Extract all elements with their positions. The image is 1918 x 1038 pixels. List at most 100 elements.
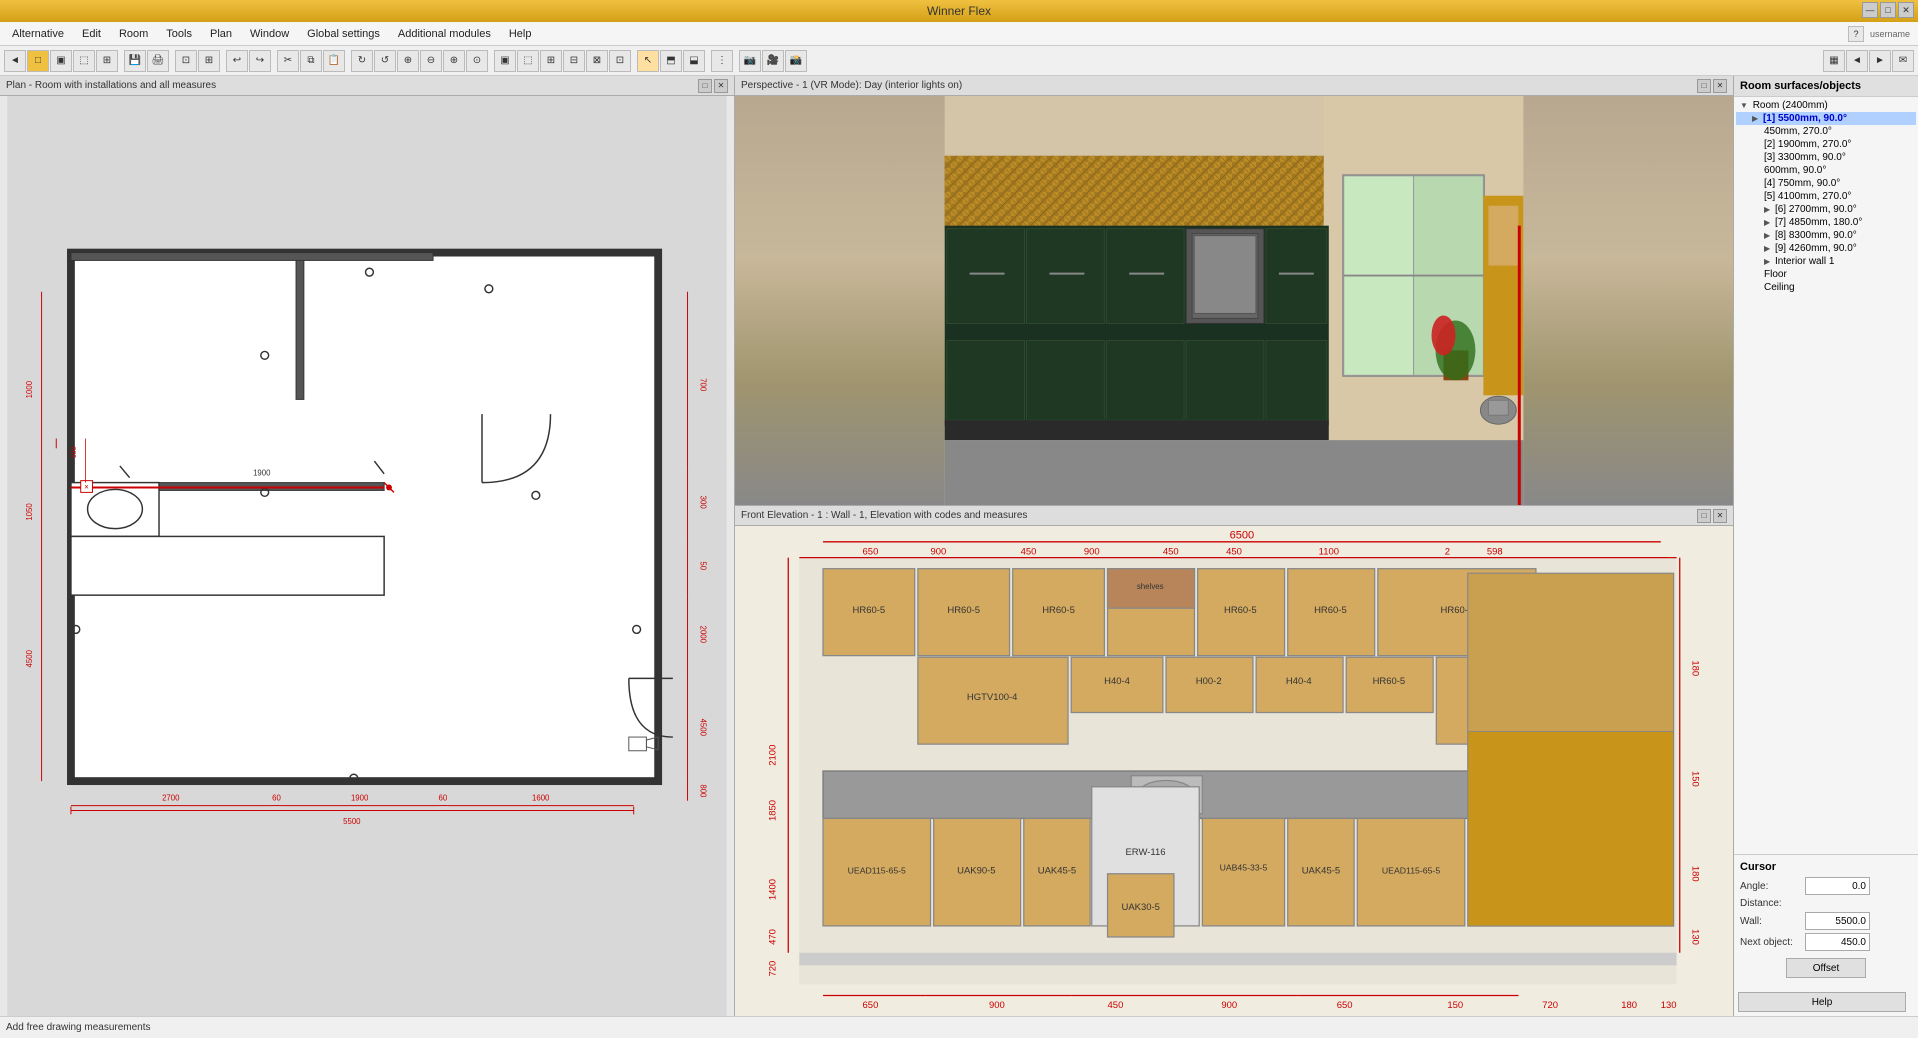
- floor-plan-maximize[interactable]: □: [698, 79, 712, 93]
- toolbar-box2[interactable]: ▣: [50, 50, 72, 72]
- 3d-scene[interactable]: [735, 96, 1733, 505]
- toolbar-print[interactable]: 🖨: [147, 50, 169, 72]
- menu-alternative[interactable]: Alternative: [4, 26, 72, 42]
- tree-expand-7: ▶: [1764, 218, 1770, 227]
- tree-item-wall3[interactable]: [3] 3300mm, 90.0°: [1736, 151, 1916, 164]
- toolbar-box1[interactable]: □: [27, 50, 49, 72]
- perspective-controls[interactable]: □ ✕: [1697, 79, 1727, 93]
- toolbar-zoom1[interactable]: ⊕: [397, 50, 419, 72]
- svg-text:1400: 1400: [768, 879, 779, 900]
- toolbar-select1[interactable]: ⬒: [660, 50, 682, 72]
- toolbar-view1[interactable]: ▣: [494, 50, 516, 72]
- toolbar-cam2[interactable]: 🎥: [762, 50, 784, 72]
- tree-item-wall8[interactable]: ▶ [8] 8300mm, 90.0°: [1736, 229, 1916, 242]
- toolbar-snap[interactable]: ⋮: [711, 50, 733, 72]
- toolbar-zoom2[interactable]: ⊖: [420, 50, 442, 72]
- toolbar-box4[interactable]: ⊞: [96, 50, 118, 72]
- status-text: Add free drawing measurements: [6, 1022, 151, 1033]
- menu-additional-modules[interactable]: Additional modules: [390, 26, 499, 42]
- tree-item-room[interactable]: ▼ Room (2400mm): [1736, 99, 1916, 112]
- wall-input[interactable]: [1805, 912, 1870, 930]
- svg-text:650: 650: [863, 546, 879, 557]
- toolbar-right4[interactable]: ✉: [1892, 50, 1914, 72]
- tree-item-ceiling[interactable]: Ceiling: [1736, 281, 1916, 294]
- tree-item-wall1-sub1[interactable]: 450mm, 270.0°: [1736, 125, 1916, 138]
- perspective-maximize[interactable]: □: [1697, 79, 1711, 93]
- menu-global-settings[interactable]: Global settings: [299, 26, 388, 42]
- menu-help[interactable]: Help: [501, 26, 540, 42]
- tree-item-wall6[interactable]: ▶ [6] 2700mm, 90.0°: [1736, 203, 1916, 216]
- menu-edit[interactable]: Edit: [74, 26, 109, 42]
- toolbar-rotate2[interactable]: ↺: [374, 50, 396, 72]
- toolbar-copy[interactable]: ⧉: [300, 50, 322, 72]
- elevation-maximize[interactable]: □: [1697, 509, 1711, 523]
- tree-view: ▼ Room (2400mm) ▶ [1] 5500mm, 90.0° 450m…: [1734, 97, 1918, 854]
- toolbar-cut[interactable]: ✂: [277, 50, 299, 72]
- svg-text:470: 470: [768, 929, 779, 945]
- help-button[interactable]: Help: [1738, 992, 1906, 1012]
- tree-item-wall7[interactable]: ▶ [7] 4850mm, 180.0°: [1736, 216, 1916, 229]
- floor-plan-canvas[interactable]: 5500 2700 60 1900 60 1600 700 300: [0, 96, 734, 1016]
- floor-plan-controls[interactable]: □ ✕: [698, 79, 728, 93]
- toolbar-cam3[interactable]: 📸: [785, 50, 807, 72]
- next-object-input[interactable]: [1805, 933, 1870, 951]
- toolbar-cam1[interactable]: 📷: [739, 50, 761, 72]
- svg-text:2700: 2700: [162, 794, 180, 803]
- svg-text:shelves: shelves: [1137, 582, 1164, 591]
- offset-button[interactable]: Offset: [1786, 958, 1866, 978]
- toolbar-redo-alt[interactable]: ↪: [249, 50, 271, 72]
- tree-item-wall5[interactable]: [5] 4100mm, 270.0°: [1736, 190, 1916, 203]
- menu-room[interactable]: Room: [111, 26, 156, 42]
- menu-window[interactable]: Window: [242, 26, 297, 42]
- angle-input[interactable]: [1805, 877, 1870, 895]
- toolbar-rotate1[interactable]: ↻: [351, 50, 373, 72]
- toolbar-save[interactable]: 💾: [124, 50, 146, 72]
- close-btn[interactable]: ✕: [1898, 2, 1914, 18]
- toolbar-view2[interactable]: ⬚: [517, 50, 539, 72]
- perspective-close[interactable]: ✕: [1713, 79, 1727, 93]
- tree-item-wall3-sub[interactable]: 600mm, 90.0°: [1736, 164, 1916, 177]
- elevation-controls[interactable]: □ ✕: [1697, 509, 1727, 523]
- tree-item-wall4[interactable]: [4] 750mm, 90.0°: [1736, 177, 1916, 190]
- toolbar-view5[interactable]: ⊠: [586, 50, 608, 72]
- tree-item-wall9[interactable]: ▶ [9] 4260mm, 90.0°: [1736, 242, 1916, 255]
- minimize-btn[interactable]: —: [1862, 2, 1878, 18]
- tree-item-floor[interactable]: Floor: [1736, 268, 1916, 281]
- elevation-close[interactable]: ✕: [1713, 509, 1727, 523]
- tree-item-wall1[interactable]: ▶ [1] 5500mm, 90.0°: [1736, 112, 1916, 125]
- toolbar-box5[interactable]: ⊡: [175, 50, 197, 72]
- toolbar-paste[interactable]: 📋: [323, 50, 345, 72]
- maximize-btn[interactable]: □: [1880, 2, 1896, 18]
- floor-plan-close[interactable]: ✕: [714, 79, 728, 93]
- help-icon[interactable]: ?: [1848, 26, 1864, 42]
- menu-tools[interactable]: Tools: [158, 26, 200, 42]
- toolbar-box6[interactable]: ⊞: [198, 50, 220, 72]
- main-area: Plan - Room with installations and all m…: [0, 76, 1918, 1016]
- svg-text:ERW-116: ERW-116: [1125, 847, 1165, 858]
- toolbar-cursor[interactable]: ↖: [637, 50, 659, 72]
- svg-text:130: 130: [1661, 1000, 1677, 1011]
- toolbar-undo[interactable]: ↩: [226, 50, 248, 72]
- toolbar-box3[interactable]: ⬚: [73, 50, 95, 72]
- svg-text:450: 450: [1021, 546, 1037, 557]
- svg-text:130: 130: [1689, 929, 1700, 945]
- toolbar-view4[interactable]: ⊟: [563, 50, 585, 72]
- toolbar-view3[interactable]: ⊞: [540, 50, 562, 72]
- toolbar-right3[interactable]: ►: [1869, 50, 1891, 72]
- svg-text:H40-4: H40-4: [1104, 676, 1130, 687]
- toolbar-view6[interactable]: ⊡: [609, 50, 631, 72]
- 3d-scene-svg: [735, 96, 1733, 505]
- toolbar-back[interactable]: ◄: [4, 50, 26, 72]
- tree-item-wall2[interactable]: [2] 1900mm, 270.0°: [1736, 138, 1916, 151]
- toolbar-zoom4[interactable]: ⊙: [466, 50, 488, 72]
- tree-item-interior-wall[interactable]: ▶ Interior wall 1: [1736, 255, 1916, 268]
- title-bar-controls[interactable]: — □ ✕: [1862, 2, 1914, 18]
- elevation-canvas[interactable]: 6500 650 900 450 900 450 450 1100 2 598 …: [735, 526, 1733, 1016]
- menu-plan[interactable]: Plan: [202, 26, 240, 42]
- svg-text:180: 180: [1621, 1000, 1637, 1011]
- toolbar-right2[interactable]: ◄: [1846, 50, 1868, 72]
- toolbar-select2[interactable]: ⬓: [683, 50, 705, 72]
- toolbar-zoom3[interactable]: ⊕: [443, 50, 465, 72]
- toolbar-right1[interactable]: ▦: [1823, 50, 1845, 72]
- status-bar: Add free drawing measurements: [0, 1016, 1918, 1038]
